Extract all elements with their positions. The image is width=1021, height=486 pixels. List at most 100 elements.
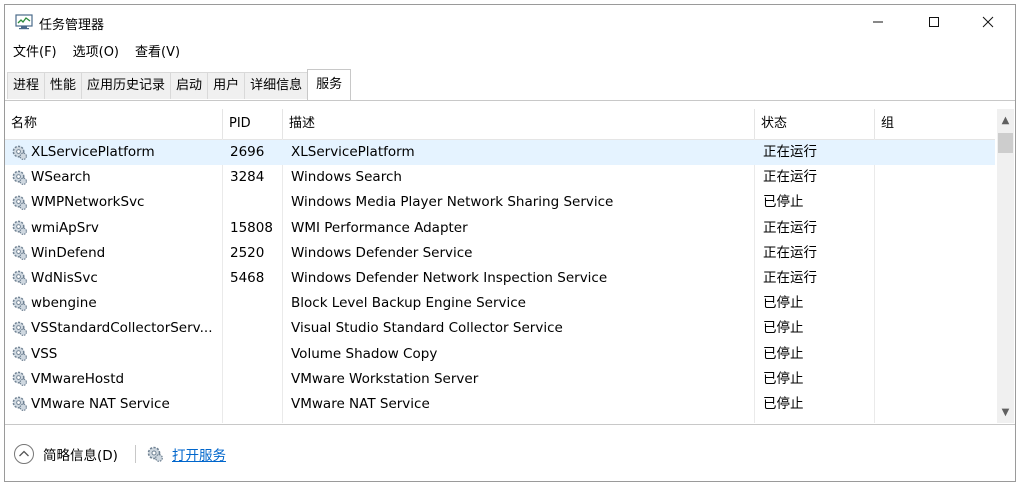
service-name: wbengine	[31, 295, 97, 312]
footer-separator	[135, 445, 136, 463]
service-status: 已停止	[763, 370, 804, 387]
service-name-cell: WinDefend	[11, 241, 221, 266]
service-pid	[230, 291, 280, 316]
table-row[interactable]: WMPNetworkSvc Windows Media Player Netwo…	[5, 190, 995, 215]
tab-strip: 进程 性能 应用历史记录 启动 用户 详细信息 服务	[7, 69, 352, 100]
maximize-icon	[929, 17, 939, 27]
menu-view[interactable]: 查看(V)	[127, 42, 188, 64]
service-description: VMware Workstation Server	[291, 370, 479, 387]
service-group	[883, 190, 993, 215]
service-status: 正在运行	[763, 169, 817, 186]
close-button[interactable]	[965, 5, 1011, 39]
service-status: 已停止	[763, 395, 804, 412]
service-name-cell: VMware NAT Service	[11, 392, 221, 417]
service-group	[883, 241, 993, 266]
table-row[interactable]: VSS Volume Shadow Copy 已停止	[5, 342, 995, 367]
service-pid: 3284	[230, 169, 265, 186]
service-name: XLServicePlatform	[31, 144, 155, 160]
service-group	[883, 316, 993, 341]
scroll-up-arrow-icon[interactable]: ▲	[997, 115, 1014, 129]
service-name-cell: WSearch	[11, 165, 221, 190]
footer-bar: 简略信息(D) 打开服务	[5, 429, 1015, 469]
scroll-down-arrow-icon[interactable]: ▼	[997, 407, 1014, 421]
service-gear-icon	[12, 371, 27, 387]
service-name: WinDefend	[31, 244, 106, 261]
service-description: WMI Performance Adapter	[291, 219, 468, 236]
service-gear-icon	[12, 321, 27, 336]
service-name-cell: wmiApSrv	[11, 216, 221, 241]
service-name-cell: WdNisSvc	[11, 266, 221, 291]
tab-startup[interactable]: 启动	[170, 72, 209, 99]
service-description: XLServicePlatform	[291, 144, 415, 160]
service-gear-icon	[12, 145, 27, 160]
table-row[interactable]: wmiApSrv 15808 WMI Performance Adapter 正…	[5, 216, 995, 241]
service-name: WSearch	[31, 169, 91, 186]
service-group	[883, 367, 993, 392]
service-group	[883, 291, 993, 316]
service-pid: 5468	[230, 269, 265, 286]
services-table: 名称 PID 描述 状态 组 ⌃ XLServicePlatform 2696 …	[5, 109, 995, 423]
service-status: 正在运行	[763, 219, 817, 236]
column-header-pid[interactable]: PID	[223, 109, 283, 139]
column-header-description[interactable]: 描述	[283, 109, 755, 139]
service-status: 已停止	[763, 194, 804, 211]
service-group	[883, 392, 993, 417]
service-description: Windows Defender Network Inspection Serv…	[291, 269, 608, 286]
service-pid	[230, 392, 280, 417]
table-row[interactable]: XLServicePlatform 2696 XLServicePlatform…	[5, 140, 995, 166]
table-row[interactable]: WinDefend 2520 Windows Defender Service …	[5, 241, 995, 266]
service-description: Block Level Backup Engine Service	[291, 295, 526, 312]
table-row[interactable]: VMware NAT Service VMware NAT Service 已停…	[5, 392, 995, 417]
tab-divider	[5, 100, 1015, 101]
window-title: 任务管理器	[39, 18, 105, 33]
service-name: VMwareHostd	[31, 370, 125, 387]
minimize-button[interactable]	[855, 5, 901, 39]
table-row[interactable]: VMwareHostd VMware Workstation Server 已停…	[5, 367, 995, 392]
service-gear-icon	[12, 195, 27, 210]
tab-performance[interactable]: 性能	[44, 72, 83, 99]
column-header-name[interactable]: 名称	[5, 109, 223, 139]
fewer-details-button[interactable]: 简略信息(D)	[43, 444, 118, 464]
task-manager-icon	[15, 14, 33, 30]
menu-options[interactable]: 选项(O)	[65, 42, 127, 64]
column-header-status[interactable]: 状态	[755, 109, 875, 139]
chevron-up-circle-icon[interactable]	[13, 443, 35, 465]
service-pid: 15808	[230, 219, 273, 236]
scroll-thumb[interactable]	[998, 133, 1013, 153]
service-pid	[230, 342, 280, 367]
service-gear-icon	[12, 271, 27, 286]
table-row[interactable]: WSearch 3284 Windows Search 正在运行	[5, 165, 995, 190]
service-gear-icon	[12, 396, 27, 412]
tab-services[interactable]: 服务	[307, 69, 352, 100]
service-gear-icon	[12, 346, 27, 361]
service-name-cell: wbengine	[11, 291, 221, 316]
task-manager-window: 任务管理器 文件(F) 选项(O) 查看(V) 进程 性能 应用历史记录 启动 …	[4, 4, 1016, 482]
service-group	[883, 342, 993, 367]
maximize-button[interactable]	[911, 5, 957, 39]
tab-details[interactable]: 详细信息	[244, 72, 309, 99]
vertical-scrollbar[interactable]: ▲ ▼	[997, 109, 1014, 423]
open-services-link[interactable]: 打开服务	[172, 444, 226, 464]
service-pid	[230, 190, 280, 215]
menu-file[interactable]: 文件(F)	[5, 42, 65, 64]
service-name-cell: VMwareHostd	[11, 367, 221, 392]
table-body: XLServicePlatform 2696 XLServicePlatform…	[5, 140, 995, 417]
table-row[interactable]: WdNisSvc 5468 Windows Defender Network I…	[5, 266, 995, 291]
tab-users[interactable]: 用户	[207, 72, 246, 99]
close-icon	[982, 16, 994, 28]
table-row[interactable]: wbengine Block Level Backup Engine Servi…	[5, 291, 995, 316]
service-name: WdNisSvc	[31, 269, 98, 286]
service-gear-icon	[12, 245, 27, 261]
tab-processes[interactable]: 进程	[7, 72, 46, 99]
sort-ascending-icon: ⌃	[927, 109, 938, 117]
service-name-cell: WMPNetworkSvc	[11, 190, 221, 215]
table-row[interactable]: VSStandardCollectorServ... Visual Studio…	[5, 316, 995, 341]
service-gear-icon	[12, 220, 27, 236]
tab-app-history[interactable]: 应用历史记录	[81, 72, 172, 99]
service-description: Visual Studio Standard Collector Service	[291, 320, 563, 337]
service-description: VMware NAT Service	[291, 395, 430, 412]
service-status: 正在运行	[763, 269, 817, 286]
title-bar[interactable]: 任务管理器	[5, 5, 1015, 39]
menu-bar: 文件(F) 选项(O) 查看(V)	[5, 42, 188, 64]
service-name: VSS	[31, 345, 58, 362]
